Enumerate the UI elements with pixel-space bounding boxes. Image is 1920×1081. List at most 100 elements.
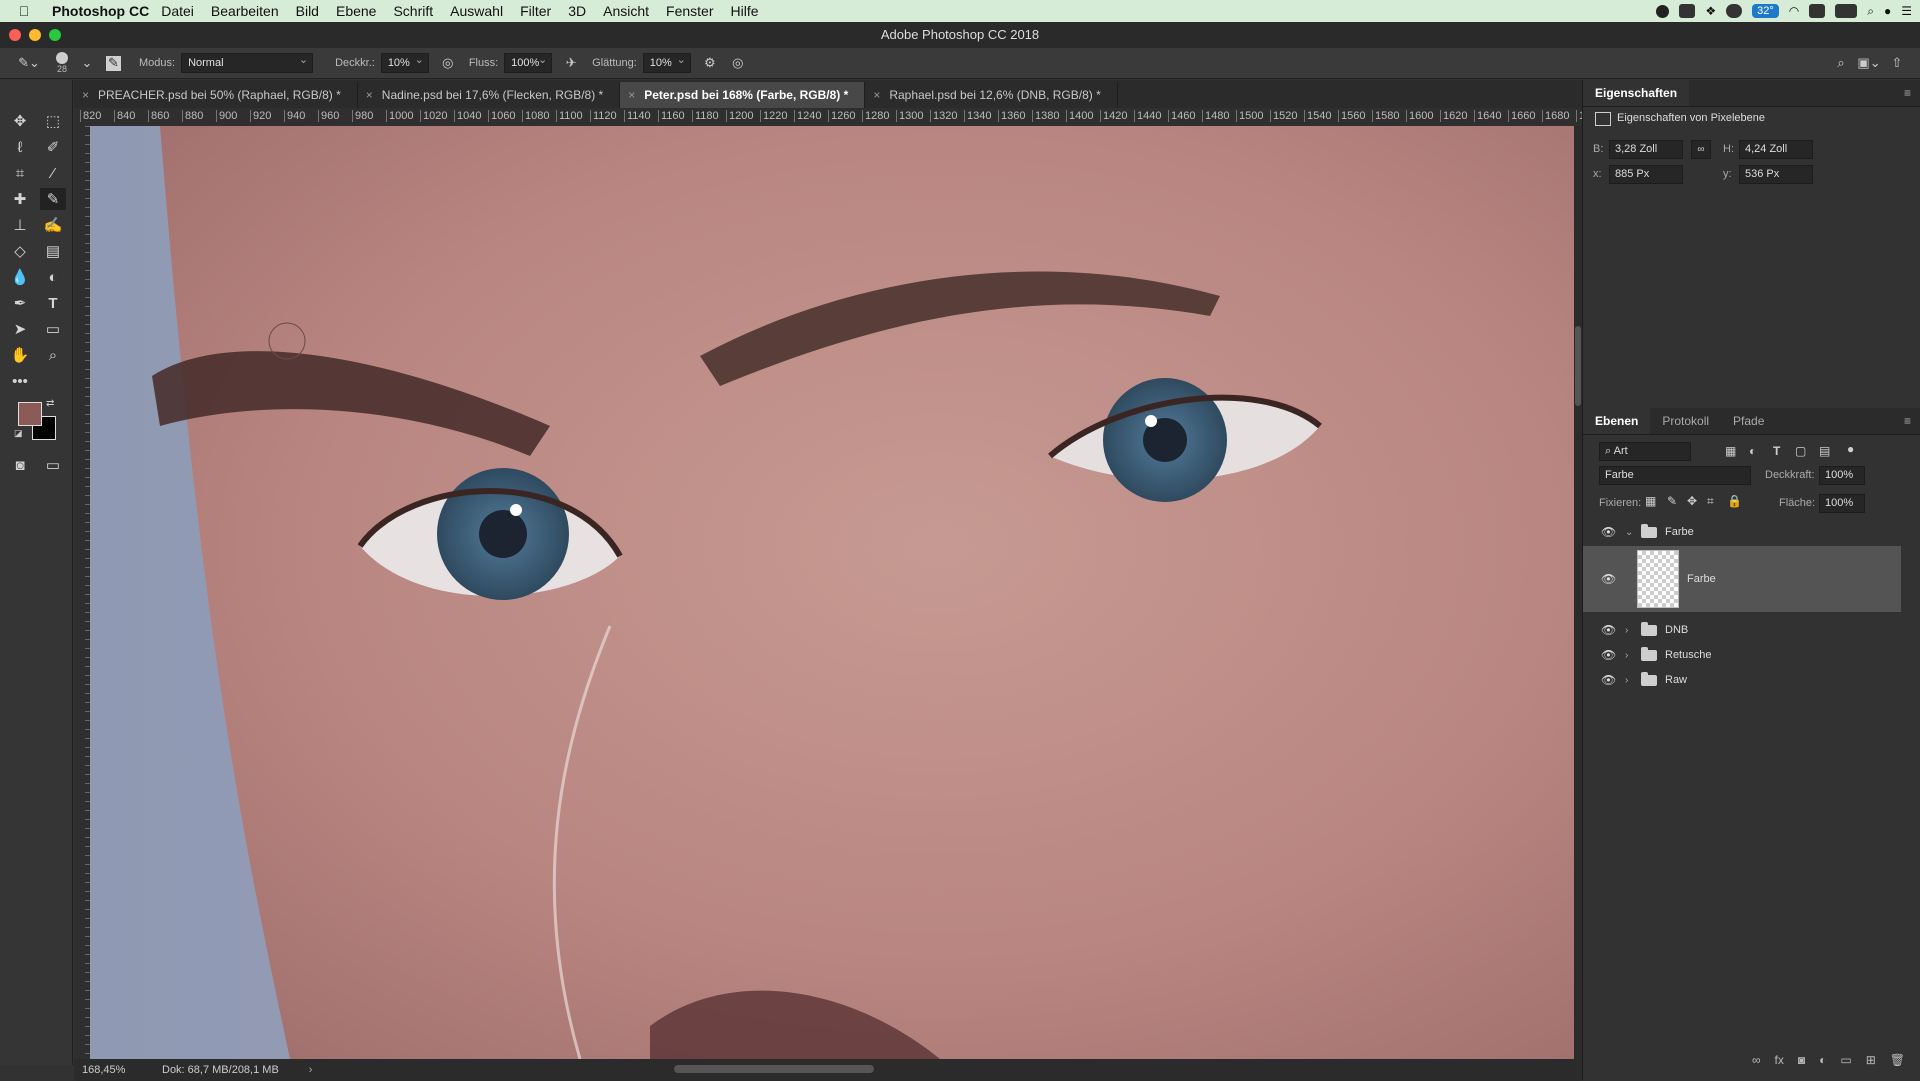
eyedropper-tool-icon[interactable]: ⁄ <box>40 162 66 184</box>
filter-shape-icon[interactable]: ▢ <box>1795 444 1806 458</box>
share-icon[interactable]: ⇧ <box>1888 54 1906 72</box>
brush-tool-icon[interactable]: ✎ <box>40 188 66 210</box>
filter-smartobject-icon[interactable]: ▤ <box>1819 444 1830 458</box>
menu-auswahl[interactable]: Auswahl <box>450 3 503 19</box>
lock-artboard-icon[interactable]: ⌗ <box>1707 494 1714 509</box>
layer-group-raw[interactable]: 👁 › Raw <box>1583 668 1920 692</box>
lock-transparency-icon[interactable]: ▦ <box>1645 494 1656 508</box>
app-menu[interactable]: Photoshop CC <box>52 3 149 19</box>
status-more-icon[interactable]: › <box>309 1064 313 1076</box>
close-tab-icon[interactable]: × <box>873 82 880 108</box>
visibility-eye-icon[interactable]: 👁 <box>1601 623 1616 637</box>
search-icon[interactable]: ⌕ <box>1832 54 1850 72</box>
crop-tool-icon[interactable]: ⌗ <box>7 162 33 184</box>
lock-all-icon[interactable]: 🔒 <box>1727 494 1742 508</box>
pressure-opacity-icon[interactable]: ◎ <box>439 54 457 72</box>
smoothing-input[interactable]: 10% <box>642 51 691 73</box>
layers-menu-icon[interactable]: ≡ <box>1904 414 1911 428</box>
tab-protokoll[interactable]: Protokoll <box>1650 408 1721 434</box>
link-dimensions-icon[interactable]: ∞ <box>1691 140 1711 159</box>
new-layer-icon[interactable]: ⊞ <box>1866 1053 1876 1067</box>
horizontal-scrollbar[interactable] <box>674 1065 874 1073</box>
blur-tool-icon[interactable]: 💧 <box>7 266 33 288</box>
flow-input[interactable]: 100% <box>504 51 553 73</box>
path-selection-tool-icon[interactable]: ➤ <box>7 318 33 340</box>
layer-filter-dropdown[interactable]: ⌕ Art <box>1599 442 1691 461</box>
tab-peter[interactable]: × Peter.psd bei 168% (Farbe, RGB/8) * <box>620 82 866 108</box>
panel-menu-icon[interactable]: ≡ <box>1904 86 1911 100</box>
layer-group-dnb[interactable]: 👁 › DNB <box>1583 618 1920 642</box>
chevron-right-icon[interactable]: › <box>1625 675 1635 686</box>
menu-ebene[interactable]: Ebene <box>336 3 376 19</box>
spotlight-icon[interactable]: ⌕ <box>1867 4 1874 19</box>
wifi-icon[interactable]: ◠ <box>1789 4 1799 18</box>
quick-selection-tool-icon[interactable]: ✐ <box>40 136 66 158</box>
layer-style-icon[interactable]: fx <box>1775 1053 1784 1067</box>
dropbox-icon[interactable]: ❖ <box>1705 4 1716 18</box>
width-field[interactable]: 3,28 Zoll <box>1609 140 1683 159</box>
tab-ebenen[interactable]: Ebenen <box>1583 408 1651 434</box>
more-tools-icon[interactable]: ••• <box>7 370 33 392</box>
close-tab-icon[interactable]: × <box>82 82 89 108</box>
brush-settings-icon[interactable]: ⌄ <box>78 54 96 72</box>
menu-3d[interactable]: 3D <box>568 3 586 19</box>
chevron-right-icon[interactable]: › <box>1625 625 1635 636</box>
zoom-tool-icon[interactable]: ⌕ <box>40 344 66 366</box>
workspace-icon[interactable]: ▣⌄ <box>1857 54 1880 72</box>
visibility-eye-icon[interactable]: 👁 <box>1601 673 1616 687</box>
height-field[interactable]: 4,24 Zoll <box>1739 140 1813 159</box>
display-icon[interactable] <box>1679 4 1696 18</box>
filter-toggle-icon[interactable]: ● <box>1847 442 1854 456</box>
eraser-tool-icon[interactable]: ◇ <box>7 240 33 262</box>
battery-badge[interactable]: 32° <box>1752 4 1779 18</box>
link-layers-icon[interactable]: ∞ <box>1752 1053 1761 1067</box>
menu-hilfe[interactable]: Hilfe <box>731 3 759 19</box>
menu-bearbeiten[interactable]: Bearbeiten <box>211 3 279 19</box>
move-tool-icon[interactable]: ✥ <box>7 110 33 132</box>
dodge-tool-icon[interactable]: ◐ <box>40 266 66 288</box>
hand-tool-icon[interactable]: ✋ <box>7 344 33 366</box>
pressure-size-icon[interactable]: ◎ <box>729 54 747 72</box>
foreground-color-swatch[interactable] <box>18 402 42 426</box>
brush-tool-preset-icon[interactable]: ✎⌄ <box>18 54 40 72</box>
tab-nadine[interactable]: × Nadine.psd bei 17,6% (Flecken, RGB/8) * <box>357 82 621 108</box>
default-colors-icon[interactable]: ◪ <box>14 428 23 439</box>
tab-eigenschaften[interactable]: Eigenschaften <box>1583 80 1690 106</box>
y-field[interactable]: 536 Px <box>1739 165 1813 184</box>
vertical-scrollbar[interactable] <box>1574 126 1582 1059</box>
menu-ansicht[interactable]: Ansicht <box>603 3 649 19</box>
blend-mode-dropdown[interactable]: Farbe <box>1599 466 1751 485</box>
layer-farbe[interactable]: 👁 Farbe <box>1583 546 1901 612</box>
close-tab-icon[interactable]: × <box>628 82 635 108</box>
pen-tool-icon[interactable]: ✒ <box>7 292 33 314</box>
new-adjustment-icon[interactable]: ◐ <box>1819 1053 1826 1067</box>
cloud-icon[interactable] <box>1726 4 1743 18</box>
tab-preacher[interactable]: × PREACHER.psd bei 50% (Raphael, RGB/8) * <box>74 82 358 108</box>
filter-type-icon[interactable]: T <box>1773 444 1780 458</box>
siri-icon[interactable]: ● <box>1884 4 1891 18</box>
screen-mode-icon[interactable]: ▭ <box>40 454 66 476</box>
history-brush-tool-icon[interactable]: ✍ <box>40 214 66 236</box>
new-group-icon[interactable]: ▭ <box>1840 1053 1851 1067</box>
brush-panel-icon[interactable]: ✎ <box>106 55 121 71</box>
document-canvas[interactable] <box>90 126 1574 1059</box>
menu-filter[interactable]: Filter <box>520 3 551 19</box>
smoothing-gear-icon[interactable]: ⚙ <box>701 54 719 72</box>
type-tool-icon[interactable]: T <box>40 292 66 314</box>
filter-pixel-icon[interactable]: ▦ <box>1725 444 1736 458</box>
swap-colors-icon[interactable]: ⇄ <box>46 398 54 409</box>
vertical-ruler[interactable] <box>74 126 91 1065</box>
clone-stamp-tool-icon[interactable]: ⊥ <box>7 214 33 236</box>
layer-group-farbe[interactable]: 👁 ⌄ Farbe <box>1583 520 1920 544</box>
record-icon[interactable] <box>1656 4 1670 18</box>
menu-bild[interactable]: Bild <box>296 3 319 19</box>
opacity-input[interactable]: 10% <box>380 51 429 73</box>
layer-group-retusche[interactable]: 👁 › Retusche <box>1583 643 1920 667</box>
chevron-down-icon[interactable]: ⌄ <box>1625 527 1635 538</box>
notification-center-icon[interactable]: ☰ <box>1901 4 1912 18</box>
add-mask-icon[interactable]: ◙ <box>1798 1053 1805 1067</box>
menu-datei[interactable]: Datei <box>161 3 194 19</box>
airbrush-icon[interactable]: ✈ <box>562 54 580 72</box>
fill-input[interactable]: 100% <box>1819 494 1865 513</box>
visibility-eye-icon[interactable]: 👁 <box>1601 648 1616 662</box>
